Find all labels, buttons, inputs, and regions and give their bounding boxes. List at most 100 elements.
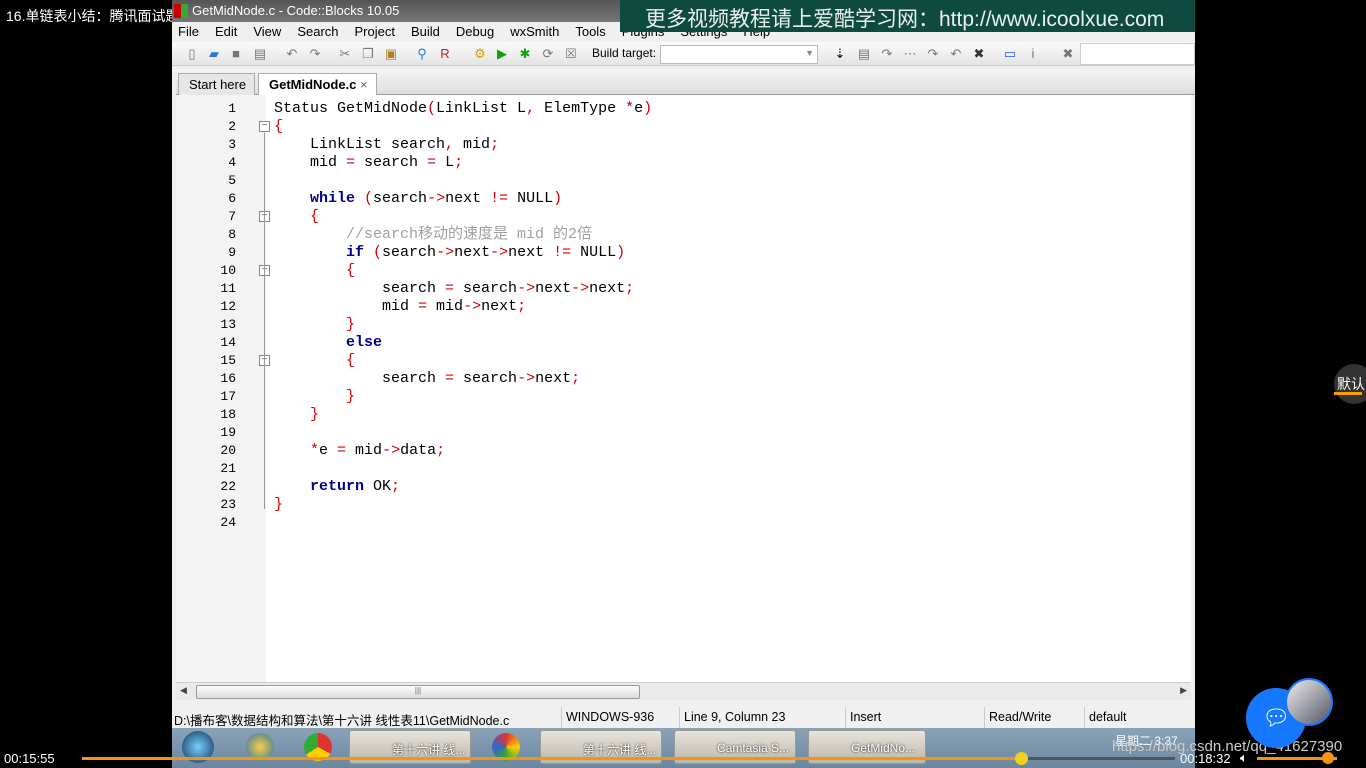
new-file-icon[interactable]: ▯ [184,46,200,62]
progress-handle[interactable] [1014,752,1028,765]
code-token: ( [427,100,437,117]
progress-fill [82,757,1021,760]
menu-debug[interactable]: Debug [456,22,502,40]
line-number-gutter: 1 2 3 4 5 6 7 8 9 10 11 12 13 14 15 16 17 18 19 20 21 22 23 24 [176,95,266,682]
scrollbar-thumb[interactable]: ||| [196,685,640,699]
line-number: 2 [228,119,236,134]
rebuild-icon[interactable]: ⟳ [540,46,556,62]
debug-start-icon[interactable]: ⇣ [832,46,848,62]
find-icon[interactable]: ⚲ [414,46,430,62]
code-token: NULL [571,244,617,261]
replace-icon[interactable]: R [437,46,453,62]
run-to-cursor-icon[interactable]: ▤ [856,46,872,62]
code-token: -> [490,244,509,261]
save-icon[interactable]: ■ [228,46,244,62]
code-editor[interactable]: 1 2 3 4 5 6 7 8 9 10 11 12 13 14 15 16 17 18 19 20 21 22 23 24 … [176,95,1191,682]
menu-edit[interactable]: Edit [215,22,245,40]
tab-label: GetMidNode.c [269,77,357,92]
code-line: search = search->next; [274,370,580,388]
code-token: = [418,298,428,315]
undo-icon[interactable]: ↶ [284,46,300,62]
open-icon[interactable]: ▰ [206,46,222,62]
fold-toggle-icon[interactable]: − [259,121,270,132]
save-all-icon[interactable]: ▤ [252,46,268,62]
tab-getmidnode[interactable]: GetMidNode.c × [258,73,377,96]
code-token: } [274,496,284,513]
menu-tools[interactable]: Tools [575,22,613,40]
menu-build[interactable]: Build [411,22,448,40]
menu-wxsmith[interactable]: wxSmith [510,22,567,40]
menu-view[interactable]: View [253,22,289,40]
status-bar: D:\播布客\数据结构和算法\第十六讲 线性表11\GetMidNode.c W… [172,707,1195,728]
code-token: -> [382,442,401,459]
code-token: { [274,118,284,135]
next-line-icon[interactable]: ↷ [879,46,895,62]
code-line: while (search->next != NULL) [274,190,562,208]
code-token: ; [391,478,401,495]
code-token: e [634,100,644,117]
code-token: = [445,370,455,387]
volume-handle[interactable] [1322,752,1334,764]
line-number: 10 [220,263,236,278]
quality-button[interactable]: 默认 [1334,364,1366,404]
build-target-select[interactable]: ▼ [660,45,818,64]
volume-icon[interactable]: 🔈︎ [1240,750,1248,766]
build-target-label: Build target: [592,46,657,60]
code-token: -> [517,280,536,297]
clear-icon[interactable]: ✖ [1060,46,1076,62]
copy-icon[interactable]: ❐ [360,46,376,62]
code-token: mid [274,298,419,315]
tab-start-here[interactable]: Start here [178,73,256,95]
build-run-icon[interactable]: ✱ [517,46,533,62]
code-token: search [274,280,446,297]
horizontal-scrollbar[interactable]: ◀ ||| ▶ [176,682,1191,700]
code-token: ) [616,244,626,261]
code-line: } [274,388,355,406]
stop-debug-icon[interactable]: ✖ [971,46,987,62]
redo-icon[interactable]: ↷ [307,46,323,62]
menu-search[interactable]: Search [297,22,346,40]
run-icon[interactable]: ▶ [494,46,510,62]
code-token: if [274,244,365,261]
cut-icon[interactable]: ✂ [337,46,353,62]
code-token: search [454,280,518,297]
code-line: mid = search = L; [274,154,463,172]
line-number: 16 [220,371,236,386]
code-token: LinkList L [436,100,527,117]
code-token: -> [517,370,536,387]
next-instruction-icon[interactable]: ⋯ [902,46,918,62]
abort-icon[interactable]: ☒ [563,46,579,62]
menu-project[interactable]: Project [355,22,403,40]
step-into-icon[interactable]: ↷ [925,46,941,62]
line-number: 11 [220,281,236,296]
scroll-left-icon[interactable]: ◀ [180,685,187,696]
code-token: * [274,442,320,459]
code-token: L [436,154,455,171]
code-token: search [373,190,428,207]
menu-file[interactable]: File [178,22,207,40]
code-token: ( [373,244,383,261]
code-token: , [526,100,536,117]
info-icon[interactable]: i [1025,46,1041,62]
code-token: { [274,262,356,279]
code-line: Status GetMidNode(LinkList L, ElemType *… [274,100,652,118]
debug-windows-icon[interactable]: ▭ [1002,46,1018,62]
step-out-icon[interactable]: ↶ [948,46,964,62]
toolbar-search-input[interactable] [1080,43,1195,65]
code-token: ElemType [535,100,626,117]
avatar[interactable] [1285,678,1333,726]
line-number: 19 [220,425,236,440]
line-number: 5 [228,173,236,188]
code-token: -> [571,280,590,297]
line-number: 14 [220,335,236,350]
code-token: ; [490,136,500,153]
watermark-banner: 更多视频教程请上爱酷学习网：http://www.icoolxue.com [620,0,1195,32]
build-gear-icon[interactable]: ⚙ [472,46,488,62]
close-tab-icon[interactable]: × [360,77,368,92]
code-token: search [454,370,518,387]
code-line: LinkList search, mid; [274,136,499,154]
code-token: search [274,370,446,387]
line-number: 17 [220,389,236,404]
scroll-right-icon[interactable]: ▶ [1180,685,1187,696]
paste-icon[interactable]: ▣ [383,46,399,62]
